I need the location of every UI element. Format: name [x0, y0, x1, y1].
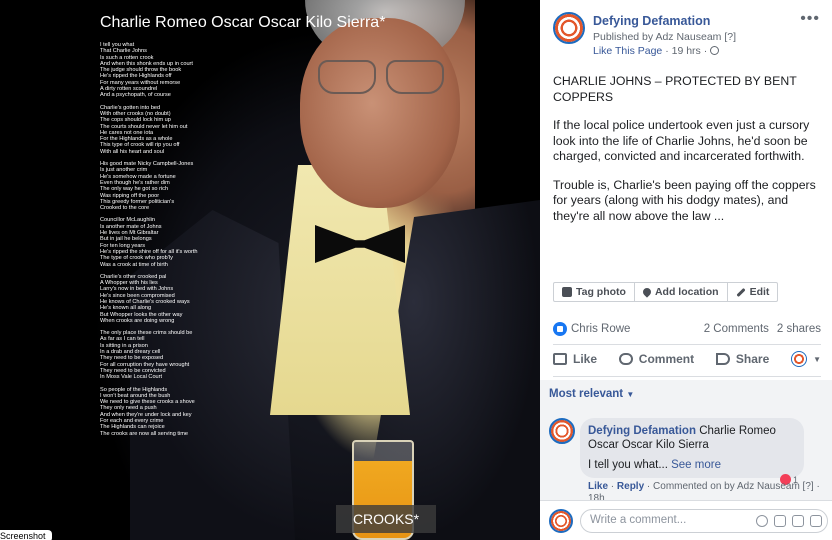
- post-paragraph: CHARLIE JOHNS – PROTECTED BY BENT COPPER…: [553, 74, 797, 104]
- photo-glasses-left: [318, 60, 376, 94]
- photo-poem: I tell you what That Charlie Johns Is such…: [100, 42, 290, 443]
- add-location-label: Add location: [654, 286, 719, 298]
- poem-line: And a psychopath, of course: [100, 92, 171, 99]
- poem-stanza: I tell you what That Charlie Johns Is such…: [100, 42, 290, 99]
- share-arrow-icon: [715, 353, 730, 365]
- see-more-link[interactable]: See more: [671, 459, 721, 471]
- tag-icon: [562, 287, 572, 297]
- poem-stanza: His good mate Nicky Campbell-Jones Is jus…: [100, 161, 290, 211]
- comment-text: I tell you what...: [588, 459, 668, 471]
- camera-icon[interactable]: [774, 515, 786, 527]
- poem-line: The crooks are now all serving time: [100, 430, 188, 437]
- shares-count[interactable]: 2 shares: [777, 323, 821, 335]
- page-name[interactable]: Defying Defamation: [593, 14, 710, 28]
- poem-line: Crooked to the core: [100, 205, 150, 212]
- page-avatar-small: [791, 351, 808, 367]
- add-location-button[interactable]: Add location: [635, 283, 728, 301]
- poem-stanza: Councillor McLaughlin Is another mate of …: [100, 217, 290, 267]
- like-page-link[interactable]: Like This Page: [593, 45, 662, 57]
- divider: [553, 344, 821, 345]
- post-header: Defying Defamation Published by Adz Naus…: [540, 0, 832, 62]
- post-photo[interactable]: Charlie Romeo Oscar Oscar Kilo Sierra* I…: [0, 0, 540, 540]
- pencil-icon: [735, 287, 746, 297]
- post-panel: Defying Defamation Published by Adz Naus…: [540, 0, 832, 540]
- share-button[interactable]: Share: [715, 351, 770, 367]
- reactions-summary: Chris Rowe 2 Comments 2 shares: [553, 322, 821, 336]
- comment-reply-link[interactable]: Reply: [617, 481, 644, 492]
- like-label: Like: [573, 352, 598, 366]
- caret-down-icon: ▼: [626, 390, 635, 399]
- photo-actions-bar: Tag photo Add location Edit: [553, 282, 779, 302]
- poem-line: Was a crook at time of birth: [100, 261, 168, 268]
- post-paragraph: If the local police undertook even just …: [553, 118, 810, 163]
- poem-line: When crooks are doing wrong: [100, 317, 175, 324]
- published-by: Published by Adz Nauseam [?]: [593, 31, 737, 43]
- gif-icon[interactable]: [792, 515, 804, 527]
- edit-label: Edit: [749, 286, 770, 298]
- comment-avatar[interactable]: [549, 418, 575, 444]
- post-time[interactable]: · 19 hrs ·: [665, 45, 707, 57]
- tag-photo-button[interactable]: Tag photo: [554, 283, 635, 301]
- more-options-icon[interactable]: •••: [800, 10, 820, 28]
- comment-tools: [756, 515, 822, 527]
- like-page-row: Like This Page · 19 hrs ·: [593, 45, 720, 57]
- photo-title: Charlie Romeo Oscar Oscar Kilo Sierra*: [100, 14, 386, 31]
- photo-caption: CROOKS*: [336, 505, 436, 533]
- emoji-icon[interactable]: [756, 515, 768, 527]
- thumbs-up-icon: [553, 353, 567, 365]
- photo-glasses-right: [386, 60, 444, 94]
- comment-author[interactable]: Defying Defamation: [588, 425, 696, 437]
- comment-button[interactable]: Comment: [618, 351, 695, 367]
- poem-line: In Moss Vale Local Court: [100, 374, 163, 381]
- page-avatar[interactable]: [553, 12, 585, 44]
- tag-photo-label: Tag photo: [576, 286, 626, 298]
- comment-bubble: Defying Defamation Charlie Romeo Oscar O…: [580, 418, 804, 478]
- poem-stanza: Charlie's gotten into bed With other croo…: [100, 105, 290, 155]
- share-label: Share: [735, 352, 770, 366]
- sticker-icon[interactable]: [810, 515, 822, 527]
- speech-bubble-icon: [618, 353, 633, 365]
- caret-down-icon: ▼: [813, 354, 821, 364]
- globe-icon: [710, 46, 720, 55]
- post-body: CHARLIE JOHNS – PROTECTED BY BENT COPPER…: [553, 74, 825, 237]
- like-button[interactable]: Like: [553, 351, 597, 367]
- comment-label: Comment: [638, 352, 695, 366]
- write-comment-bar: Write a comment...: [540, 500, 832, 540]
- comment-sort-dropdown[interactable]: Most relevant ▼: [549, 388, 634, 400]
- photo-face: [300, 18, 460, 208]
- divider: [553, 376, 821, 377]
- comment-sort-label: Most relevant: [549, 388, 624, 400]
- poem-stanza: The only place these crims should be As f…: [100, 330, 290, 380]
- post-paragraph: Trouble is, Charlie's been paying off th…: [553, 177, 816, 223]
- poem-stanza: Charlie's other crooked pal A Whopper wit…: [100, 274, 290, 324]
- post-as-selector[interactable]: ▼: [791, 351, 821, 367]
- screenshot-label: Screenshot: [0, 530, 52, 540]
- like-reaction-icon: [553, 322, 567, 336]
- comment-meta-text: · Commented on by Adz Nauseam [?] ·: [646, 481, 820, 492]
- commenter-avatar: [549, 509, 573, 533]
- reactor-name[interactable]: Chris Rowe: [571, 323, 630, 335]
- edit-button[interactable]: Edit: [728, 283, 778, 301]
- poem-line: With all his heart and soul: [100, 148, 165, 155]
- comment-text-row: I tell you what... See more: [588, 458, 796, 472]
- poem-stanza: So people of the Highlands I won't beat a…: [100, 387, 290, 437]
- location-pin-icon: [641, 286, 653, 298]
- comments-count[interactable]: 2 Comments: [704, 323, 769, 335]
- post-action-bar: Like Comment Share ▼: [553, 351, 821, 367]
- comment-like-link[interactable]: Like: [588, 481, 608, 492]
